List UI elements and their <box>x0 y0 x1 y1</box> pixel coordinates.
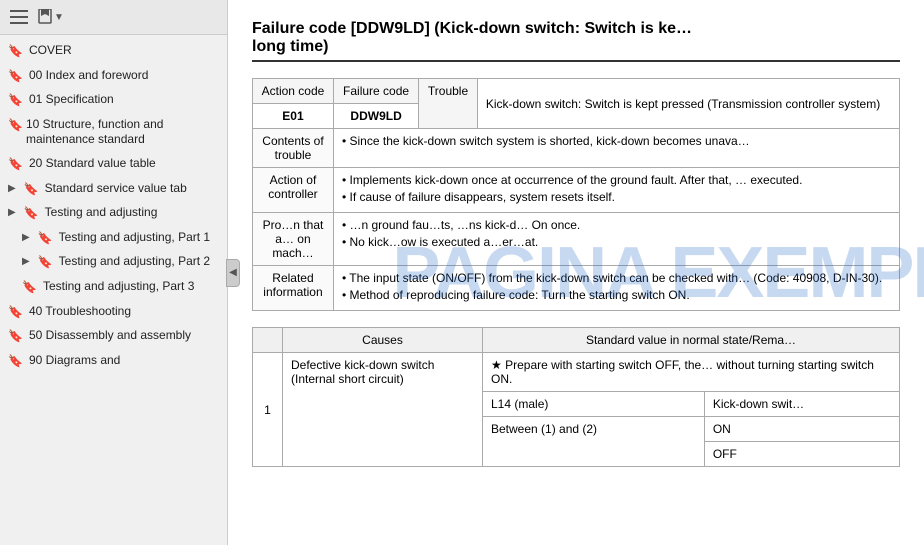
main-content: PAGINA EXEMPLU Failure code [DDW9LD] (Ki… <box>228 0 924 545</box>
col-description: Kick-down switch: Switch is kept pressed… <box>477 79 899 129</box>
bookmark-icon: 🔖 <box>24 182 39 198</box>
cause-num: 1 <box>253 353 283 467</box>
col-trouble: Trouble <box>419 79 478 129</box>
causes-header: Causes <box>283 328 483 353</box>
sidebar-item-00-index[interactable]: 🔖 00 Index and foreword <box>0 64 227 89</box>
bookmark-icon: 🔖 <box>8 329 23 345</box>
col-action-code: Action code <box>253 79 334 104</box>
sidebar-item-label: COVER <box>29 43 72 59</box>
sidebar-item-50-disassembly[interactable]: 🔖 50 Disassembly and assembly <box>0 324 227 349</box>
bookmark-icon: 🔖 <box>8 93 23 109</box>
sidebar-item-label: 20 Standard value table <box>29 156 156 172</box>
connector-label: L14 (male) <box>483 392 705 417</box>
sidebar-item-label: Testing and adjusting, Part 3 <box>43 279 194 295</box>
bookmark-icon: 🔖 <box>8 44 23 60</box>
expand-arrow-icon: ▶ <box>22 231 30 244</box>
bookmark-icon: 🔖 <box>8 118 20 134</box>
contents-label: Contents oftrouble <box>253 129 334 168</box>
action-controller-label: Action ofcontroller <box>253 168 334 213</box>
sidebar-item-label: 10 Structure, function and maintenance s… <box>26 117 219 148</box>
sidebar-item-90-diagrams[interactable]: 🔖 90 Diagrams and <box>0 349 227 374</box>
on-value: ON <box>704 417 899 442</box>
sidebar-item-label: 01 Specification <box>29 92 114 108</box>
causes-table: Causes Standard value in normal state/Re… <box>252 327 900 467</box>
sidebar-item-label: 90 Diagrams and <box>29 353 120 369</box>
col-failure-code: Failure code <box>333 79 418 104</box>
cause-note: ★ Prepare with starting switch OFF, the…… <box>483 353 900 392</box>
menu-icon[interactable] <box>8 6 30 28</box>
bookmark-icon: 🔖 <box>8 69 23 85</box>
bookmark-icon: 🔖 <box>8 305 23 321</box>
bookmark-icon: 🔖 <box>38 231 53 247</box>
related-info-label: Relatedinformation <box>253 266 334 311</box>
contents-value: • Since the kick-down switch system is s… <box>333 129 899 168</box>
problem-value: • …n ground fau…ts, …ns kick-d… On once.… <box>333 213 899 266</box>
sidebar-collapse-button[interactable]: ◀ <box>226 259 240 287</box>
sidebar-item-label: Testing and adjusting, Part 2 <box>59 254 210 270</box>
page-title: Failure code [DDW9LD] (Kick-down switch:… <box>252 20 900 62</box>
connector-value: Kick-down swit… <box>704 392 899 417</box>
causes-num-header <box>253 328 283 353</box>
sidebar-item-label: Testing and adjusting <box>45 205 158 221</box>
problem-label: Pro…n thata… onmach… <box>253 213 334 266</box>
sidebar-item-standard-service[interactable]: ▶ 🔖 Standard service value tab <box>0 177 227 202</box>
failure-code-value: DDW9LD <box>333 104 418 129</box>
sidebar-item-01-spec[interactable]: 🔖 01 Specification <box>0 88 227 113</box>
off-value: OFF <box>704 442 899 467</box>
bookmark-icon: 🔖 <box>38 255 53 271</box>
failure-code-table: Action code Failure code Trouble Kick-do… <box>252 78 900 311</box>
expand-arrow-icon: ▶ <box>8 182 16 195</box>
sidebar-item-label: Standard service value tab <box>45 181 187 197</box>
related-info-value: • The input state (ON/OFF) from the kick… <box>333 266 899 311</box>
sidebar-item-testing-part2[interactable]: ▶ 🔖 Testing and adjusting, Part 2 <box>0 250 227 275</box>
sidebar-item-label: 40 Troubleshooting <box>29 304 131 320</box>
sidebar-item-testing-adjusting[interactable]: ▶ 🔖 Testing and adjusting <box>0 201 227 226</box>
sidebar-item-cover[interactable]: 🔖 COVER <box>0 39 227 64</box>
sidebar: ▼ 🔖 COVER 🔖 00 Index and foreword 🔖 01 S… <box>0 0 228 545</box>
bookmark-icon: 🔖 <box>8 157 23 173</box>
sidebar-item-40-trouble[interactable]: 🔖 40 Troubleshooting <box>0 300 227 325</box>
between-label: Between (1) and (2) <box>483 417 705 467</box>
action-controller-value: • Implements kick-down once at occurrenc… <box>333 168 899 213</box>
action-code-value: E01 <box>253 104 334 129</box>
sidebar-items: 🔖 COVER 🔖 00 Index and foreword 🔖 01 Spe… <box>0 35 227 545</box>
sidebar-item-testing-part3[interactable]: 🔖 Testing and adjusting, Part 3 <box>0 275 227 300</box>
sidebar-item-label: Testing and adjusting, Part 1 <box>59 230 210 246</box>
bookmark-icon: 🔖 <box>22 280 37 296</box>
expand-arrow-icon: ▶ <box>22 255 30 268</box>
sidebar-panel: ▼ 🔖 COVER 🔖 00 Index and foreword 🔖 01 S… <box>0 0 228 545</box>
standard-header: Standard value in normal state/Rema… <box>483 328 900 353</box>
bookmark-icon: 🔖 <box>24 206 39 222</box>
cause-description: Defective kick-down switch(Internal shor… <box>283 353 483 467</box>
toolbar-dropdown[interactable]: ▼ <box>38 9 64 25</box>
sidebar-item-testing-part1[interactable]: ▶ 🔖 Testing and adjusting, Part 1 <box>0 226 227 251</box>
sidebar-item-label: 00 Index and foreword <box>29 68 148 84</box>
sidebar-item-10-structure[interactable]: 🔖 10 Structure, function and maintenance… <box>0 113 227 152</box>
sidebar-toolbar: ▼ <box>0 0 227 35</box>
sidebar-item-label: 50 Disassembly and assembly <box>29 328 191 344</box>
sidebar-item-20-standard[interactable]: 🔖 20 Standard value table <box>0 152 227 177</box>
bookmark-icon: 🔖 <box>8 354 23 370</box>
expand-arrow-icon: ▶ <box>8 206 16 219</box>
